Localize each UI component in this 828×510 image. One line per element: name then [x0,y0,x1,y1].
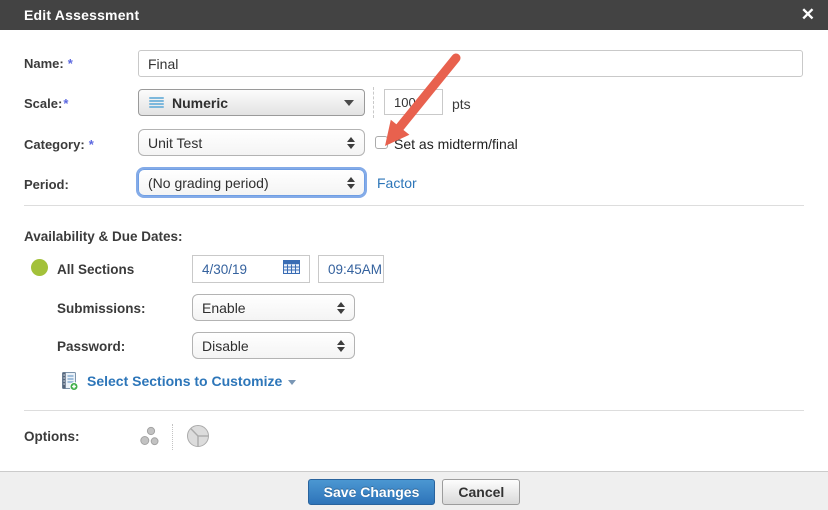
section-divider [24,205,804,206]
category-label-text: Category: [24,137,85,152]
midterm-final-checkbox[interactable] [375,136,388,149]
name-required-asterisk: * [68,56,73,71]
category-required-asterisk: * [89,137,94,152]
scale-dropdown[interactable]: Numeric [138,89,365,116]
period-label-text: Period: [24,177,69,192]
submissions-label: Submissions: [57,301,146,316]
chevron-down-icon [344,100,354,106]
pie-chart-icon[interactable] [186,424,210,453]
due-date-value: 4/30/19 [202,262,247,277]
due-time-value: 09:45AM [328,262,382,277]
name-input[interactable] [138,50,803,77]
sections-notebook-icon[interactable] [58,370,79,396]
select-sections-link[interactable]: Select Sections to Customize [87,373,296,389]
midterm-final-checkbox-label: Set as midterm/final [394,136,518,152]
options-divider [172,424,173,450]
password-label: Password: [57,339,125,354]
submissions-select[interactable]: Enable [192,294,355,321]
cancel-button[interactable]: Cancel [442,479,520,505]
period-selected-value: (No grading period) [148,175,269,191]
numeric-scale-icon [149,97,164,108]
category-selected-value: Unit Test [148,135,202,151]
category-label: Category: * [24,137,94,152]
all-sections-label: All Sections [57,262,134,277]
calendar-icon[interactable] [283,259,300,279]
select-stepper-icon [347,177,355,189]
scale-required-asterisk: * [63,96,68,111]
save-changes-button[interactable]: Save Changes [308,479,436,505]
close-icon[interactable]: ✕ [801,0,815,30]
factor-link[interactable]: Factor [377,175,417,191]
select-stepper-icon [337,340,345,352]
modal-footer: Save Changes Cancel [0,471,828,510]
submissions-selected-value: Enable [202,300,246,316]
scale-label-text: Scale: [24,96,62,111]
options-label: Options: [24,429,80,444]
points-unit-label: pts [452,96,471,112]
select-sections-link-text: Select Sections to Customize [87,373,282,389]
all-sections-status-dot [31,259,48,276]
name-label-text: Name: [24,56,64,71]
scale-points-divider [373,87,374,118]
category-select[interactable]: Unit Test [138,129,365,156]
password-select[interactable]: Disable [192,332,355,359]
scale-selected-value: Numeric [172,95,228,111]
period-select[interactable]: (No grading period) [138,169,365,196]
due-time-input[interactable]: 09:45AM [318,255,384,283]
section-divider [24,410,804,411]
grade-statistics-icon[interactable] [138,425,164,454]
chevron-down-icon [288,380,296,385]
scale-label: Scale:* [24,96,68,111]
select-stepper-icon [337,302,345,314]
due-date-input[interactable]: 4/30/19 [192,255,310,283]
points-input[interactable] [384,89,443,115]
name-label: Name: * [24,56,73,71]
password-selected-value: Disable [202,338,249,354]
modal-title: Edit Assessment [24,7,139,23]
select-stepper-icon [347,137,355,149]
period-label: Period: [24,177,69,192]
availability-heading: Availability & Due Dates: [24,229,183,244]
modal-header: Edit Assessment ✕ [0,0,828,30]
edit-assessment-modal: Edit Assessment ✕ Name:* Scale:* Numeric… [0,0,828,510]
